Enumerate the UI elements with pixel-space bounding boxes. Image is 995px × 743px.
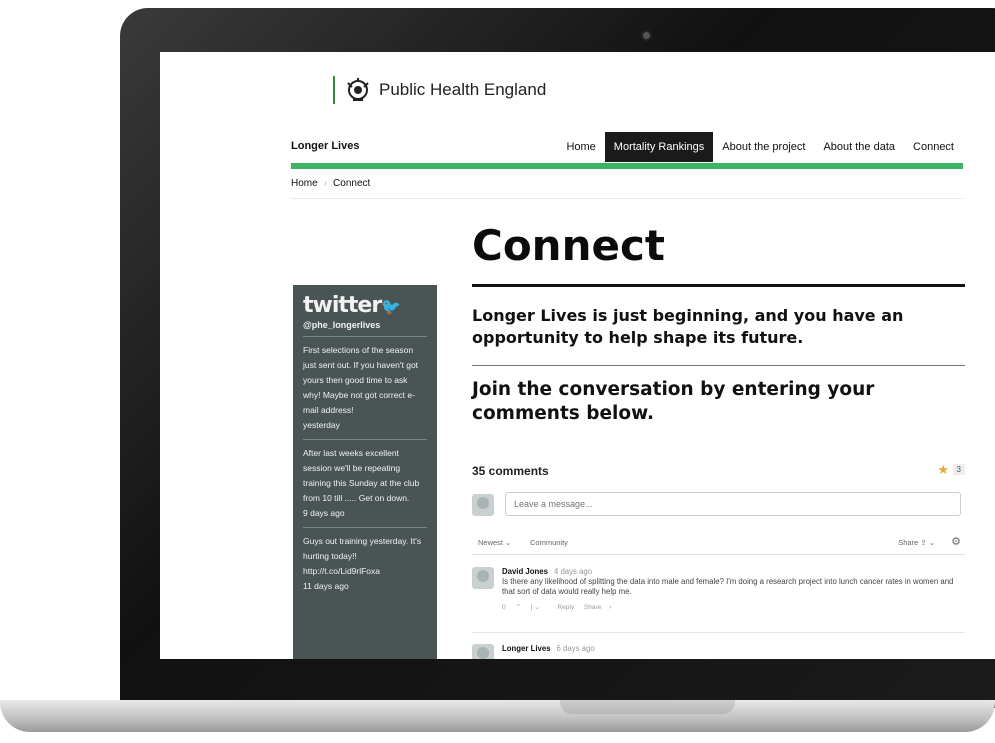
tweet-text: Guys out training yesterday. It's hurtin… <box>303 536 422 576</box>
tweet-text: First selections of the season just sent… <box>303 345 419 415</box>
chevron-right-icon: › <box>609 604 612 611</box>
breadcrumb-current: Connect <box>333 178 371 189</box>
comment-sort-bar: Newest ⌄ Community Share ⇪ ⌄ ⚙ <box>472 532 965 555</box>
brand-divider <box>333 76 335 104</box>
title-rule <box>472 284 965 287</box>
lead-text: Longer Lives is just beginning, and you … <box>472 306 904 347</box>
comment-time[interactable]: 6 days ago <box>557 644 595 653</box>
upvote-icon: ⌃ <box>515 604 521 611</box>
comment-body: Longer Lives 6 days ago <box>502 644 962 654</box>
comment-body: David Jones 4 days ago Is there any likel… <box>502 567 962 613</box>
sort-newest[interactable]: Newest ⌄ <box>478 538 511 547</box>
nav-home[interactable]: Home <box>557 132 604 162</box>
brand-header: Public Health England <box>333 76 546 104</box>
nav-accent-bar <box>291 163 963 169</box>
twitter-logo-text: twitter <box>303 293 382 318</box>
laptop-notch <box>560 700 735 714</box>
nav-about-project[interactable]: About the project <box>713 132 814 162</box>
tweet: Guys out training yesterday. It's hurtin… <box>303 528 427 600</box>
share-link[interactable]: Share › <box>584 604 620 611</box>
main-nav: Longer Lives Home Mortality Rankings Abo… <box>291 132 963 162</box>
message-input[interactable] <box>505 492 961 516</box>
crest-icon <box>347 78 369 101</box>
reply-link[interactable]: Reply <box>557 604 574 611</box>
nav-mortality-rankings[interactable]: Mortality Rankings <box>604 132 714 162</box>
comment: Longer Lives 6 days ago <box>472 644 965 659</box>
twitter-logo[interactable]: twitter🐦 <box>303 293 427 318</box>
share-icon: ⇪ <box>920 538 927 547</box>
sort-community[interactable]: Community <box>530 538 568 547</box>
share-button[interactable]: Share ⇪ ⌄ <box>898 538 935 547</box>
laptop-base <box>0 700 995 732</box>
comment: David Jones 4 days ago Is there any likel… <box>472 567 965 627</box>
gear-icon[interactable]: ⚙ <box>951 535 961 548</box>
divider <box>472 365 965 366</box>
vote-count: 0 <box>502 604 506 611</box>
twitter-bird-icon: 🐦 <box>381 297 401 316</box>
star-icon[interactable]: ★ <box>937 462 949 478</box>
page-title: Connect <box>472 221 665 270</box>
tweet: After last weeks excellent session we'll… <box>303 440 427 528</box>
divider <box>472 632 965 633</box>
comment-count: 35 comments <box>472 464 549 478</box>
tweet: First selections of the season just sent… <box>303 337 427 440</box>
tweet-text: After last weeks excellent session we'll… <box>303 448 420 503</box>
tweet-time[interactable]: 11 days ago <box>303 579 427 594</box>
comment-author[interactable]: Longer Lives <box>502 644 551 653</box>
site-name[interactable]: Longer Lives <box>291 140 359 152</box>
main-content: Connect Longer Lives is just beginning, … <box>472 222 965 426</box>
breadcrumb-home[interactable]: Home <box>291 178 318 189</box>
tweet-time[interactable]: 9 days ago <box>303 506 427 521</box>
nav-about-data[interactable]: About the data <box>814 132 904 162</box>
nav-items: Home Mortality Rankings About the projec… <box>557 132 963 162</box>
camera-icon <box>643 32 650 39</box>
comment-time[interactable]: 4 days ago <box>554 567 592 576</box>
comment-text: Is there any likelihood of splitting the… <box>502 577 954 596</box>
sort-newest-label: Newest <box>478 538 504 547</box>
nav-connect[interactable]: Connect <box>904 132 963 162</box>
twitter-handle[interactable]: @phe_longerlives <box>303 320 427 337</box>
star-count: 3 <box>952 464 965 475</box>
share-label: Share <box>898 538 919 547</box>
join-conversation-text: Join the conversation by entering your c… <box>472 379 875 424</box>
chevron-down-icon: ⌄ <box>505 538 512 547</box>
breadcrumb-separator-icon: › <box>323 178 328 189</box>
comment-composer <box>472 492 965 518</box>
comments-header: 35 comments ★ 3 <box>472 462 965 482</box>
divider <box>291 198 963 199</box>
avatar[interactable] <box>472 567 494 589</box>
comment-author[interactable]: David Jones <box>502 567 548 576</box>
share-link-label: Share <box>583 604 602 611</box>
twitter-widget: twitter🐦 @phe_longerlives First selectio… <box>293 285 437 659</box>
brand-name[interactable]: Public Health England <box>379 80 546 100</box>
browser-screen: Public Health England Longer Lives Home … <box>160 52 995 659</box>
comment-actions: 0 ⌃ | ⌄ Reply Share › <box>502 603 962 613</box>
avatar <box>472 494 494 516</box>
chevron-down-icon: ⌄ <box>928 538 935 547</box>
tweet-time[interactable]: yesterday <box>303 418 427 433</box>
breadcrumb: Home › Connect <box>291 178 370 189</box>
vote-controls[interactable]: 0 ⌃ | ⌄ <box>502 604 548 611</box>
downvote-icon: ⌄ <box>534 604 540 611</box>
avatar[interactable] <box>472 644 494 659</box>
